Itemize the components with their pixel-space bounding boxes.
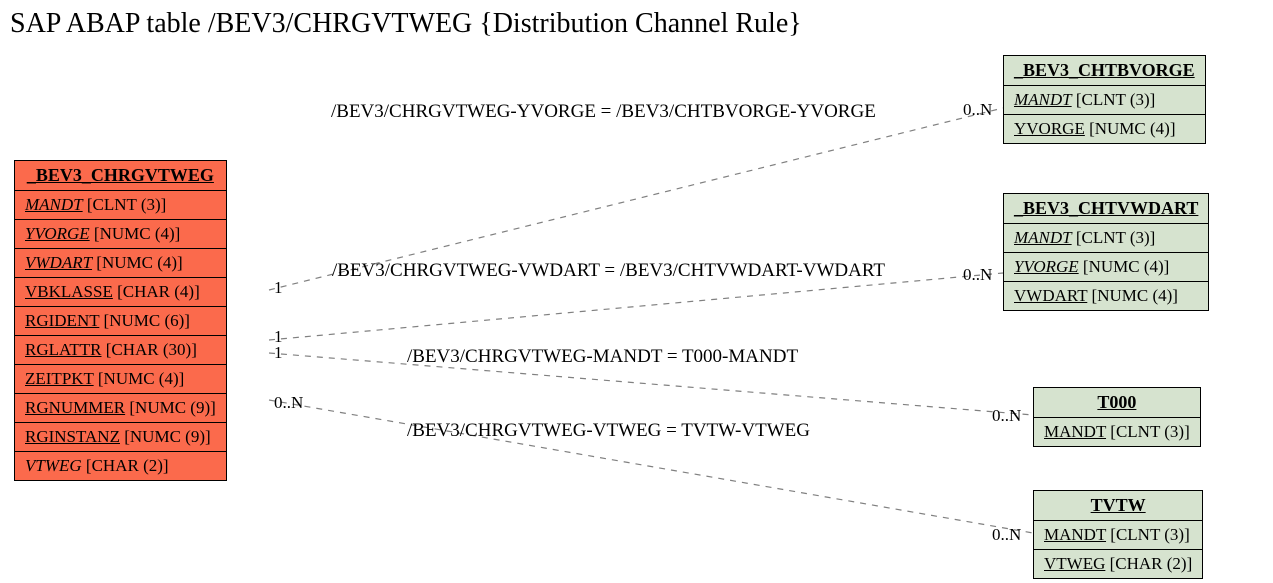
table-t000: T000 MANDT [CLNT (3)]: [1033, 387, 1201, 447]
relation-label-vtweg: /BEV3/CHRGVTWEG-VTWEG = TVTW-VTWEG: [407, 420, 810, 442]
table-bev3-chtvwdart: _BEV3_CHTVWDART MANDT [CLNT (3)]YVORGE […: [1003, 193, 1209, 311]
table-header: T000: [1034, 388, 1201, 418]
table-field: RGNUMMER [NUMC (9)]: [15, 394, 227, 423]
table-field: MANDT [CLNT (3)]: [1004, 86, 1206, 115]
table-field: ZEITPKT [NUMC (4)]: [15, 365, 227, 394]
cardinality-left-r1: 1: [274, 278, 283, 298]
table-field: VTWEG [CHAR (2)]: [15, 452, 227, 481]
page-title: SAP ABAP table /BEV3/CHRGVTWEG {Distribu…: [10, 8, 802, 40]
relation-label-yvorge: /BEV3/CHRGVTWEG-YVORGE = /BEV3/CHTBVORGE…: [331, 101, 876, 123]
table-field: VTWEG [CHAR (2)]: [1034, 550, 1203, 579]
cardinality-left-r3: 1: [274, 343, 283, 363]
table-tvtw: TVTW MANDT [CLNT (3)]VTWEG [CHAR (2)]: [1033, 490, 1203, 579]
cardinality-right-r4: 0..N: [992, 525, 1021, 545]
cardinality-right-r1: 0..N: [963, 100, 992, 120]
table-field: YVORGE [NUMC (4)]: [15, 220, 227, 249]
cardinality-right-r3: 0..N: [992, 406, 1021, 426]
table-header: _BEV3_CHTBVORGE: [1004, 56, 1206, 86]
cardinality-left-r4: 0..N: [274, 393, 303, 413]
table-field: VBKLASSE [CHAR (4)]: [15, 278, 227, 307]
table-field: MANDT [CLNT (3)]: [1034, 521, 1203, 550]
table-field: YVORGE [NUMC (4)]: [1004, 115, 1206, 144]
cardinality-right-r2: 0..N: [963, 265, 992, 285]
table-field: MANDT [CLNT (3)]: [1034, 418, 1201, 447]
table-field: RGLATTR [CHAR (30)]: [15, 336, 227, 365]
table-field: VWDART [NUMC (4)]: [15, 249, 227, 278]
table-bev3-chrgvtweg: _BEV3_CHRGVTWEG MANDT [CLNT (3)]YVORGE […: [14, 160, 227, 481]
table-header: TVTW: [1034, 491, 1203, 521]
relation-label-vwdart: /BEV3/CHRGVTWEG-VWDART = /BEV3/CHTVWDART…: [332, 260, 885, 282]
table-field: RGINSTANZ [NUMC (9)]: [15, 423, 227, 452]
table-header: _BEV3_CHTVWDART: [1004, 194, 1209, 224]
table-header: _BEV3_CHRGVTWEG: [15, 161, 227, 191]
table-field: VWDART [NUMC (4)]: [1004, 282, 1209, 311]
relation-label-mandt: /BEV3/CHRGVTWEG-MANDT = T000-MANDT: [407, 346, 798, 368]
table-field: MANDT [CLNT (3)]: [1004, 224, 1209, 253]
table-field: RGIDENT [NUMC (6)]: [15, 307, 227, 336]
table-field: MANDT [CLNT (3)]: [15, 191, 227, 220]
table-bev3-chtbvorge: _BEV3_CHTBVORGE MANDT [CLNT (3)]YVORGE […: [1003, 55, 1206, 144]
table-field: YVORGE [NUMC (4)]: [1004, 253, 1209, 282]
